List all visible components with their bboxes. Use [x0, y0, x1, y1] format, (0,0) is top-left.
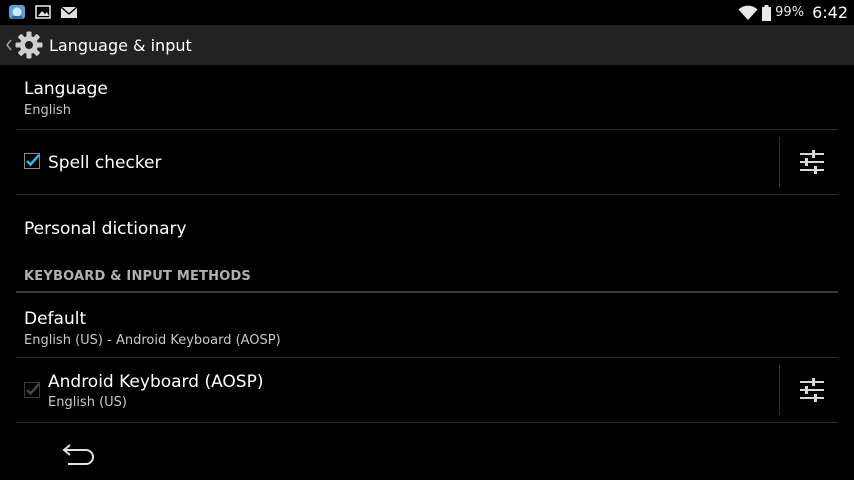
wifi-icon: [738, 5, 758, 20]
spell-checker-settings-icon[interactable]: [799, 149, 825, 175]
android-keyboard-title: Android Keyboard (AOSP): [48, 372, 264, 392]
settings-list: Language English Spell checker Personal …: [16, 65, 838, 423]
default-summary: English (US) - Android Keyboard (AOSP): [24, 333, 281, 348]
default-keyboard-setting[interactable]: Default English (US) - Android Keyboard …: [16, 293, 838, 358]
app-notification-icon: [9, 5, 25, 19]
chevron-left-icon: [5, 39, 12, 51]
back-arrow-icon[interactable]: [62, 444, 98, 466]
android-keyboard-setting[interactable]: Android Keyboard (AOSP) English (US): [16, 358, 838, 423]
page-title: Language & input: [49, 36, 192, 55]
spell-checker-checkbox[interactable]: [24, 153, 40, 169]
spell-checker-setting[interactable]: Spell checker: [16, 130, 838, 195]
notification-icons: [8, 4, 78, 20]
spell-checker-title: Spell checker: [48, 153, 162, 173]
android-keyboard-summary: English (US): [48, 395, 127, 410]
personal-dictionary-setting[interactable]: Personal dictionary: [16, 195, 838, 259]
language-setting[interactable]: Language English: [16, 65, 838, 130]
android-keyboard-checkbox[interactable]: [24, 382, 40, 398]
section-header-label: KEYBOARD & INPUT METHODS: [24, 269, 251, 284]
language-title: Language: [24, 79, 108, 99]
email-icon: [60, 6, 78, 18]
gallery-icon: [35, 5, 51, 19]
battery-icon: [762, 4, 772, 21]
action-bar: Language & input: [0, 25, 854, 65]
divider: [779, 365, 780, 415]
android-keyboard-settings-icon[interactable]: [799, 377, 825, 403]
personal-dictionary-title: Personal dictionary: [24, 219, 187, 239]
divider: [779, 137, 780, 187]
keyboard-section-header: KEYBOARD & INPUT METHODS: [16, 259, 838, 293]
language-summary: English: [24, 103, 71, 118]
clock: 6:42: [812, 3, 848, 22]
status-indicators: 99% 6:42: [738, 3, 848, 22]
gear-icon: [15, 31, 43, 59]
navigation-bar: [0, 430, 854, 480]
battery-percentage: 99%: [775, 5, 805, 20]
default-title: Default: [24, 309, 87, 329]
status-bar: 99% 6:42: [0, 0, 854, 25]
